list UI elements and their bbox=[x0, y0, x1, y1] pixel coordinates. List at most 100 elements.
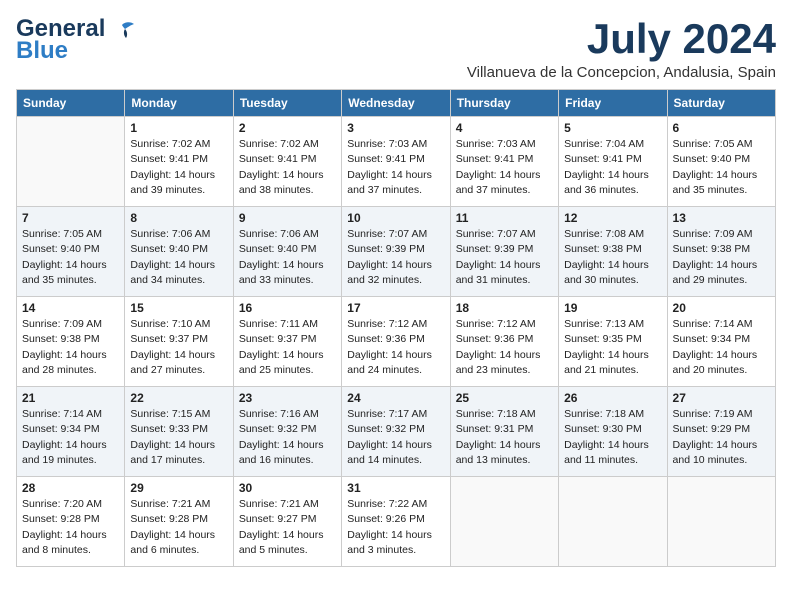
day-info: Sunrise: 7:14 AM Sunset: 9:34 PM Dayligh… bbox=[673, 317, 770, 378]
day-number: 25 bbox=[456, 391, 553, 405]
calendar-cell: 2 Sunrise: 7:02 AM Sunset: 9:41 PM Daylig… bbox=[233, 117, 341, 207]
day-info: Sunrise: 7:10 AM Sunset: 9:37 PM Dayligh… bbox=[130, 317, 227, 378]
day-info: Sunrise: 7:12 AM Sunset: 9:36 PM Dayligh… bbox=[347, 317, 444, 378]
calendar-cell: 11 Sunrise: 7:07 AM Sunset: 9:39 PM Dayli… bbox=[450, 207, 558, 297]
day-number: 17 bbox=[347, 301, 444, 315]
calendar-cell bbox=[450, 477, 558, 567]
col-header-wednesday: Wednesday bbox=[342, 90, 450, 117]
week-row-2: 7 Sunrise: 7:05 AM Sunset: 9:40 PM Daylig… bbox=[17, 207, 776, 297]
day-info: Sunrise: 7:06 AM Sunset: 9:40 PM Dayligh… bbox=[130, 227, 227, 288]
day-number: 23 bbox=[239, 391, 336, 405]
calendar-cell: 4 Sunrise: 7:03 AM Sunset: 9:41 PM Daylig… bbox=[450, 117, 558, 207]
calendar-cell bbox=[559, 477, 667, 567]
col-header-monday: Monday bbox=[125, 90, 233, 117]
calendar-cell: 7 Sunrise: 7:05 AM Sunset: 9:40 PM Daylig… bbox=[17, 207, 125, 297]
calendar-cell: 16 Sunrise: 7:11 AM Sunset: 9:37 PM Dayli… bbox=[233, 297, 341, 387]
day-number: 1 bbox=[130, 121, 227, 135]
calendar-cell: 6Sunrise: 7:05 AM Sunset: 9:40 PM Daylig… bbox=[667, 117, 775, 207]
calendar-cell: 23 Sunrise: 7:16 AM Sunset: 9:32 PM Dayli… bbox=[233, 387, 341, 477]
calendar-cell bbox=[667, 477, 775, 567]
day-info: Sunrise: 7:20 AM Sunset: 9:28 PM Dayligh… bbox=[22, 497, 119, 558]
day-info: Sunrise: 7:07 AM Sunset: 9:39 PM Dayligh… bbox=[347, 227, 444, 288]
calendar-cell: 5 Sunrise: 7:04 AM Sunset: 9:41 PM Daylig… bbox=[559, 117, 667, 207]
day-number: 13 bbox=[673, 211, 770, 225]
day-number: 30 bbox=[239, 481, 336, 495]
day-info: Sunrise: 7:09 AM Sunset: 9:38 PM Dayligh… bbox=[22, 317, 119, 378]
page-header: General Blue July 2024 Villanueva de la … bbox=[16, 16, 776, 81]
calendar-cell: 21Sunrise: 7:14 AM Sunset: 9:34 PM Dayli… bbox=[17, 387, 125, 477]
calendar-cell: 30 Sunrise: 7:21 AM Sunset: 9:27 PM Dayli… bbox=[233, 477, 341, 567]
day-number: 3 bbox=[347, 121, 444, 135]
calendar-cell: 26Sunrise: 7:18 AM Sunset: 9:30 PM Dayli… bbox=[559, 387, 667, 477]
calendar-cell: 28 Sunrise: 7:20 AM Sunset: 9:28 PM Dayli… bbox=[17, 477, 125, 567]
day-info: Sunrise: 7:18 AM Sunset: 9:31 PM Dayligh… bbox=[456, 407, 553, 468]
day-info: Sunrise: 7:22 AM Sunset: 9:26 PM Dayligh… bbox=[347, 497, 444, 558]
day-info: Sunrise: 7:17 AM Sunset: 9:32 PM Dayligh… bbox=[347, 407, 444, 468]
calendar-cell: 9 Sunrise: 7:06 AM Sunset: 9:40 PM Daylig… bbox=[233, 207, 341, 297]
calendar-cell: 19 Sunrise: 7:13 AM Sunset: 9:35 PM Dayli… bbox=[559, 297, 667, 387]
title-block: July 2024 Villanueva de la Concepcion, A… bbox=[467, 16, 776, 81]
day-info: Sunrise: 7:02 AM Sunset: 9:41 PM Dayligh… bbox=[239, 137, 336, 198]
week-row-5: 28 Sunrise: 7:20 AM Sunset: 9:28 PM Dayli… bbox=[17, 477, 776, 567]
calendar-cell: 24 Sunrise: 7:17 AM Sunset: 9:32 PM Dayli… bbox=[342, 387, 450, 477]
calendar-cell: 18Sunrise: 7:12 AM Sunset: 9:36 PM Dayli… bbox=[450, 297, 558, 387]
day-number: 28 bbox=[22, 481, 119, 495]
calendar-header-row: SundayMondayTuesdayWednesdayThursdayFrid… bbox=[17, 90, 776, 117]
day-info: Sunrise: 7:14 AM Sunset: 9:34 PM Dayligh… bbox=[22, 407, 119, 468]
calendar-cell bbox=[17, 117, 125, 207]
day-number: 8 bbox=[130, 211, 227, 225]
calendar-cell: 12 Sunrise: 7:08 AM Sunset: 9:38 PM Dayli… bbox=[559, 207, 667, 297]
day-number: 9 bbox=[239, 211, 336, 225]
day-info: Sunrise: 7:08 AM Sunset: 9:38 PM Dayligh… bbox=[564, 227, 661, 288]
calendar-cell: 13 Sunrise: 7:09 AM Sunset: 9:38 PM Dayli… bbox=[667, 207, 775, 297]
day-number: 7 bbox=[22, 211, 119, 225]
day-number: 27 bbox=[673, 391, 770, 405]
day-number: 24 bbox=[347, 391, 444, 405]
day-info: Sunrise: 7:21 AM Sunset: 9:28 PM Dayligh… bbox=[130, 497, 227, 558]
day-number: 31 bbox=[347, 481, 444, 495]
day-number: 18 bbox=[456, 301, 553, 315]
day-info: Sunrise: 7:07 AM Sunset: 9:39 PM Dayligh… bbox=[456, 227, 553, 288]
day-info: Sunrise: 7:13 AM Sunset: 9:35 PM Dayligh… bbox=[564, 317, 661, 378]
day-number: 20 bbox=[673, 301, 770, 315]
day-number: 19 bbox=[564, 301, 661, 315]
calendar-cell: 14Sunrise: 7:09 AM Sunset: 9:38 PM Dayli… bbox=[17, 297, 125, 387]
day-info: Sunrise: 7:04 AM Sunset: 9:41 PM Dayligh… bbox=[564, 137, 661, 198]
day-number: 10 bbox=[347, 211, 444, 225]
calendar-cell: 10 Sunrise: 7:07 AM Sunset: 9:39 PM Dayli… bbox=[342, 207, 450, 297]
week-row-3: 14Sunrise: 7:09 AM Sunset: 9:38 PM Dayli… bbox=[17, 297, 776, 387]
day-number: 12 bbox=[564, 211, 661, 225]
col-header-thursday: Thursday bbox=[450, 90, 558, 117]
col-header-sunday: Sunday bbox=[17, 90, 125, 117]
day-number: 22 bbox=[130, 391, 227, 405]
col-header-tuesday: Tuesday bbox=[233, 90, 341, 117]
day-info: Sunrise: 7:21 AM Sunset: 9:27 PM Dayligh… bbox=[239, 497, 336, 558]
day-info: Sunrise: 7:16 AM Sunset: 9:32 PM Dayligh… bbox=[239, 407, 336, 468]
day-info: Sunrise: 7:19 AM Sunset: 9:29 PM Dayligh… bbox=[673, 407, 770, 468]
day-number: 11 bbox=[456, 211, 553, 225]
day-info: Sunrise: 7:18 AM Sunset: 9:30 PM Dayligh… bbox=[564, 407, 661, 468]
logo-bird-icon bbox=[114, 21, 136, 39]
day-info: Sunrise: 7:03 AM Sunset: 9:41 PM Dayligh… bbox=[456, 137, 553, 198]
day-info: Sunrise: 7:05 AM Sunset: 9:40 PM Dayligh… bbox=[22, 227, 119, 288]
calendar-cell: 27 Sunrise: 7:19 AM Sunset: 9:29 PM Dayli… bbox=[667, 387, 775, 477]
day-info: Sunrise: 7:06 AM Sunset: 9:40 PM Dayligh… bbox=[239, 227, 336, 288]
day-number: 2 bbox=[239, 121, 336, 135]
calendar-cell: 22Sunrise: 7:15 AM Sunset: 9:33 PM Dayli… bbox=[125, 387, 233, 477]
calendar-cell: 17 Sunrise: 7:12 AM Sunset: 9:36 PM Dayli… bbox=[342, 297, 450, 387]
day-info: Sunrise: 7:09 AM Sunset: 9:38 PM Dayligh… bbox=[673, 227, 770, 288]
calendar-cell: 20 Sunrise: 7:14 AM Sunset: 9:34 PM Dayli… bbox=[667, 297, 775, 387]
day-number: 4 bbox=[456, 121, 553, 135]
logo: General Blue bbox=[16, 16, 136, 65]
day-number: 5 bbox=[564, 121, 661, 135]
calendar-cell: 25 Sunrise: 7:18 AM Sunset: 9:31 PM Dayli… bbox=[450, 387, 558, 477]
day-info: Sunrise: 7:05 AM Sunset: 9:40 PM Dayligh… bbox=[673, 137, 770, 198]
month-title: July 2024 bbox=[467, 16, 776, 62]
day-number: 16 bbox=[239, 301, 336, 315]
calendar-cell: 8 Sunrise: 7:06 AM Sunset: 9:40 PM Daylig… bbox=[125, 207, 233, 297]
day-info: Sunrise: 7:11 AM Sunset: 9:37 PM Dayligh… bbox=[239, 317, 336, 378]
location-subtitle: Villanueva de la Concepcion, Andalusia, … bbox=[467, 64, 776, 81]
week-row-1: 1 Sunrise: 7:02 AM Sunset: 9:41 PM Daylig… bbox=[17, 117, 776, 207]
day-number: 29 bbox=[130, 481, 227, 495]
calendar-cell: 29 Sunrise: 7:21 AM Sunset: 9:28 PM Dayli… bbox=[125, 477, 233, 567]
